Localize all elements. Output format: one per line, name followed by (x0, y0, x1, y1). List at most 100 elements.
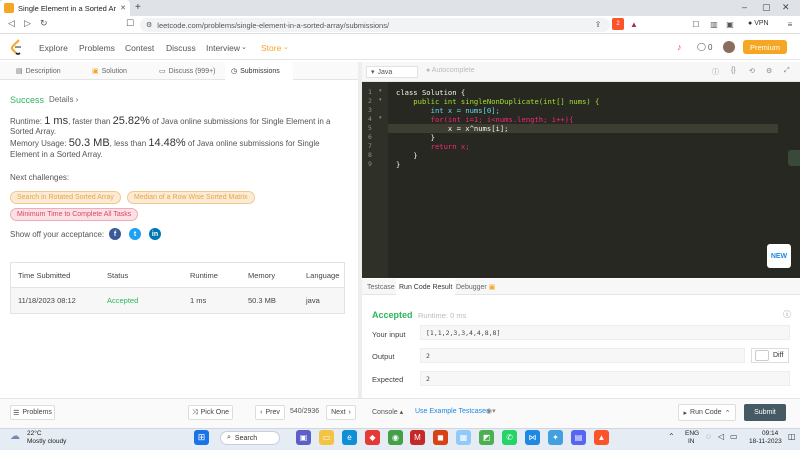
linkedin-share-icon[interactable]: in (149, 228, 161, 240)
office-icon[interactable]: ◼ (433, 430, 448, 445)
teams-icon[interactable]: ▤ (571, 430, 586, 445)
back-icon[interactable]: ◁ (8, 18, 15, 29)
tab-submissions[interactable]: ◷ Submissions (225, 62, 293, 80)
submit-button[interactable]: Submit (744, 404, 786, 421)
volume-icon[interactable]: ◁ (718, 432, 724, 441)
details-link[interactable]: Details › (49, 95, 78, 104)
new-tab-button[interactable]: + (135, 2, 141, 13)
brave-rewards-icon[interactable]: ▲ (628, 18, 640, 30)
run-code-button[interactable]: ▸ Run Code ⌃ (678, 404, 736, 421)
weather-icon[interactable]: ☁ (10, 431, 20, 442)
output-label: Output (372, 352, 395, 361)
autocomplete-toggle[interactable]: ● Autocomplete (426, 67, 475, 74)
github-icon[interactable]: ◉▾ (486, 407, 496, 415)
photos-viewer-icon[interactable]: ◩ (479, 430, 494, 445)
tab-discuss[interactable]: ▭ Discuss (999+) (155, 62, 225, 80)
menu-icon[interactable]: ≡ (784, 18, 796, 30)
diff-toggle[interactable]: Diff (751, 348, 789, 363)
bookmark-icon[interactable]: ☐ (126, 18, 134, 29)
language-select[interactable]: ▾ Java (366, 66, 418, 78)
prev-label: Prev (265, 409, 280, 416)
vscode-icon[interactable]: ⋈ (525, 430, 540, 445)
tab-description[interactable]: ▤ Description (10, 62, 80, 80)
premium-button[interactable]: Premium (743, 40, 787, 54)
nav-contest[interactable]: Contest (125, 43, 154, 53)
tab-testcase[interactable]: Testcase (364, 279, 398, 295)
language-line1[interactable]: ENG (685, 430, 699, 437)
chevron-up-icon[interactable]: ⌃ (668, 432, 675, 441)
tab-run-code-result[interactable]: Run Code Result (396, 279, 456, 295)
prev-button[interactable]: ‹ Prev (255, 405, 285, 420)
facebook-share-icon[interactable]: f (109, 228, 121, 240)
pick-one-button[interactable]: ⤨ Pick One (188, 405, 233, 420)
reset-icon[interactable]: ⟲ (749, 67, 755, 75)
console-button[interactable]: Console ▴ (372, 408, 403, 416)
brave-icon[interactable]: ▲ (594, 430, 609, 445)
fullscreen-icon[interactable]: ⤢ (784, 67, 790, 75)
nav-problems[interactable]: Problems (79, 43, 115, 53)
browser-tab[interactable]: Single Element in a Sorted Array ✕ (0, 0, 130, 16)
tab-solution[interactable]: ▣ Solution (88, 62, 148, 80)
reload-icon[interactable]: ↻ (40, 18, 48, 29)
extensions-icon[interactable]: ☐ (690, 18, 702, 30)
address-bar[interactable]: ⚙ leetcode.com/problems/single-element-i… (140, 18, 610, 32)
code-line: for(int i=1; i<nums.length; i++){ (396, 115, 574, 124)
weather-desc: Mostly cloudy (27, 438, 67, 445)
brave-shield-icon[interactable]: 2 (612, 18, 624, 30)
address-url: leetcode.com/problems/single-element-in-… (157, 20, 390, 30)
problems-button[interactable]: ☰ Problems (10, 405, 55, 420)
photos-icon[interactable]: ▦ (456, 430, 471, 445)
close-window-button[interactable]: ✕ (782, 2, 790, 13)
leetcode-logo-icon[interactable] (10, 39, 24, 55)
edge-icon[interactable]: e (342, 430, 357, 445)
taskbar-search[interactable]: ⌕ Search (220, 431, 280, 445)
code-format-icon[interactable]: {} (731, 67, 736, 74)
next-button[interactable]: Next › (326, 405, 356, 420)
wallet-icon[interactable]: ▣ (724, 18, 736, 30)
windows-start-icon[interactable]: ⊞ (194, 430, 209, 445)
nav-discuss[interactable]: Discuss (166, 43, 196, 53)
explorer-icon[interactable]: ▭ (319, 430, 334, 445)
minimize-button[interactable]: – (742, 2, 747, 12)
share-icon[interactable]: ⇪ (592, 18, 604, 30)
vpn-button[interactable]: ● VPN (748, 20, 769, 27)
mcafee-icon[interactable]: M (410, 430, 425, 445)
dev-icon[interactable]: ✦ (548, 430, 563, 445)
settings-icon[interactable]: ⚙ (766, 67, 772, 75)
app-icon[interactable]: ◆ (365, 430, 380, 445)
fold-icon[interactable]: ▾ (379, 115, 382, 121)
line-number: 1 (368, 88, 372, 96)
site-info-icon[interactable]: ⚙ (146, 21, 152, 29)
new-feature-button[interactable]: NEW (767, 244, 791, 268)
twitter-share-icon[interactable]: t (129, 228, 141, 240)
cell-status-link[interactable]: Accepted (107, 296, 138, 305)
info-icon[interactable]: ⓘ (712, 67, 719, 77)
wifi-icon[interactable]: ◌ (706, 432, 711, 441)
maximize-button[interactable]: ▢ (762, 2, 771, 13)
sidebar-icon[interactable]: ▥ (708, 18, 720, 30)
fold-icon[interactable]: ▾ (379, 97, 382, 103)
challenge-chip[interactable]: Median of a Row Wise Sorted Matrix (127, 191, 255, 204)
notification-bell-icon[interactable]: ♪ (677, 42, 682, 52)
whatsapp-icon[interactable]: ✆ (502, 430, 517, 445)
col-language: Language (306, 271, 340, 280)
challenge-chip[interactable]: Minimum Time to Complete All Tasks (10, 208, 139, 221)
nav-store[interactable]: Store (261, 43, 281, 53)
clock-time[interactable]: 09:14 (762, 430, 778, 437)
notification-center-icon[interactable]: ◫ (788, 432, 796, 441)
meet-icon[interactable]: ▣ (296, 430, 311, 445)
challenge-chip[interactable]: Search in Rotated Sorted Array (10, 191, 121, 204)
side-panel-handle[interactable] (788, 150, 800, 166)
nav-explore[interactable]: Explore (39, 43, 68, 53)
points-icon[interactable]: ◯ (697, 42, 706, 51)
tab-debugger[interactable]: Debugger ▣ (453, 279, 498, 295)
help-icon[interactable]: ⓘ (783, 309, 791, 320)
tab-close-icon[interactable]: ✕ (120, 4, 126, 12)
forward-icon[interactable]: ▷ (24, 18, 31, 29)
battery-icon[interactable]: ▭ (730, 432, 738, 441)
nav-interview[interactable]: Interview (206, 43, 240, 53)
chrome-icon[interactable]: ◉ (388, 430, 403, 445)
fold-icon[interactable]: ▾ (379, 88, 382, 94)
use-example-testcases-link[interactable]: Use Example Testcases (415, 408, 490, 415)
avatar[interactable] (723, 41, 735, 53)
